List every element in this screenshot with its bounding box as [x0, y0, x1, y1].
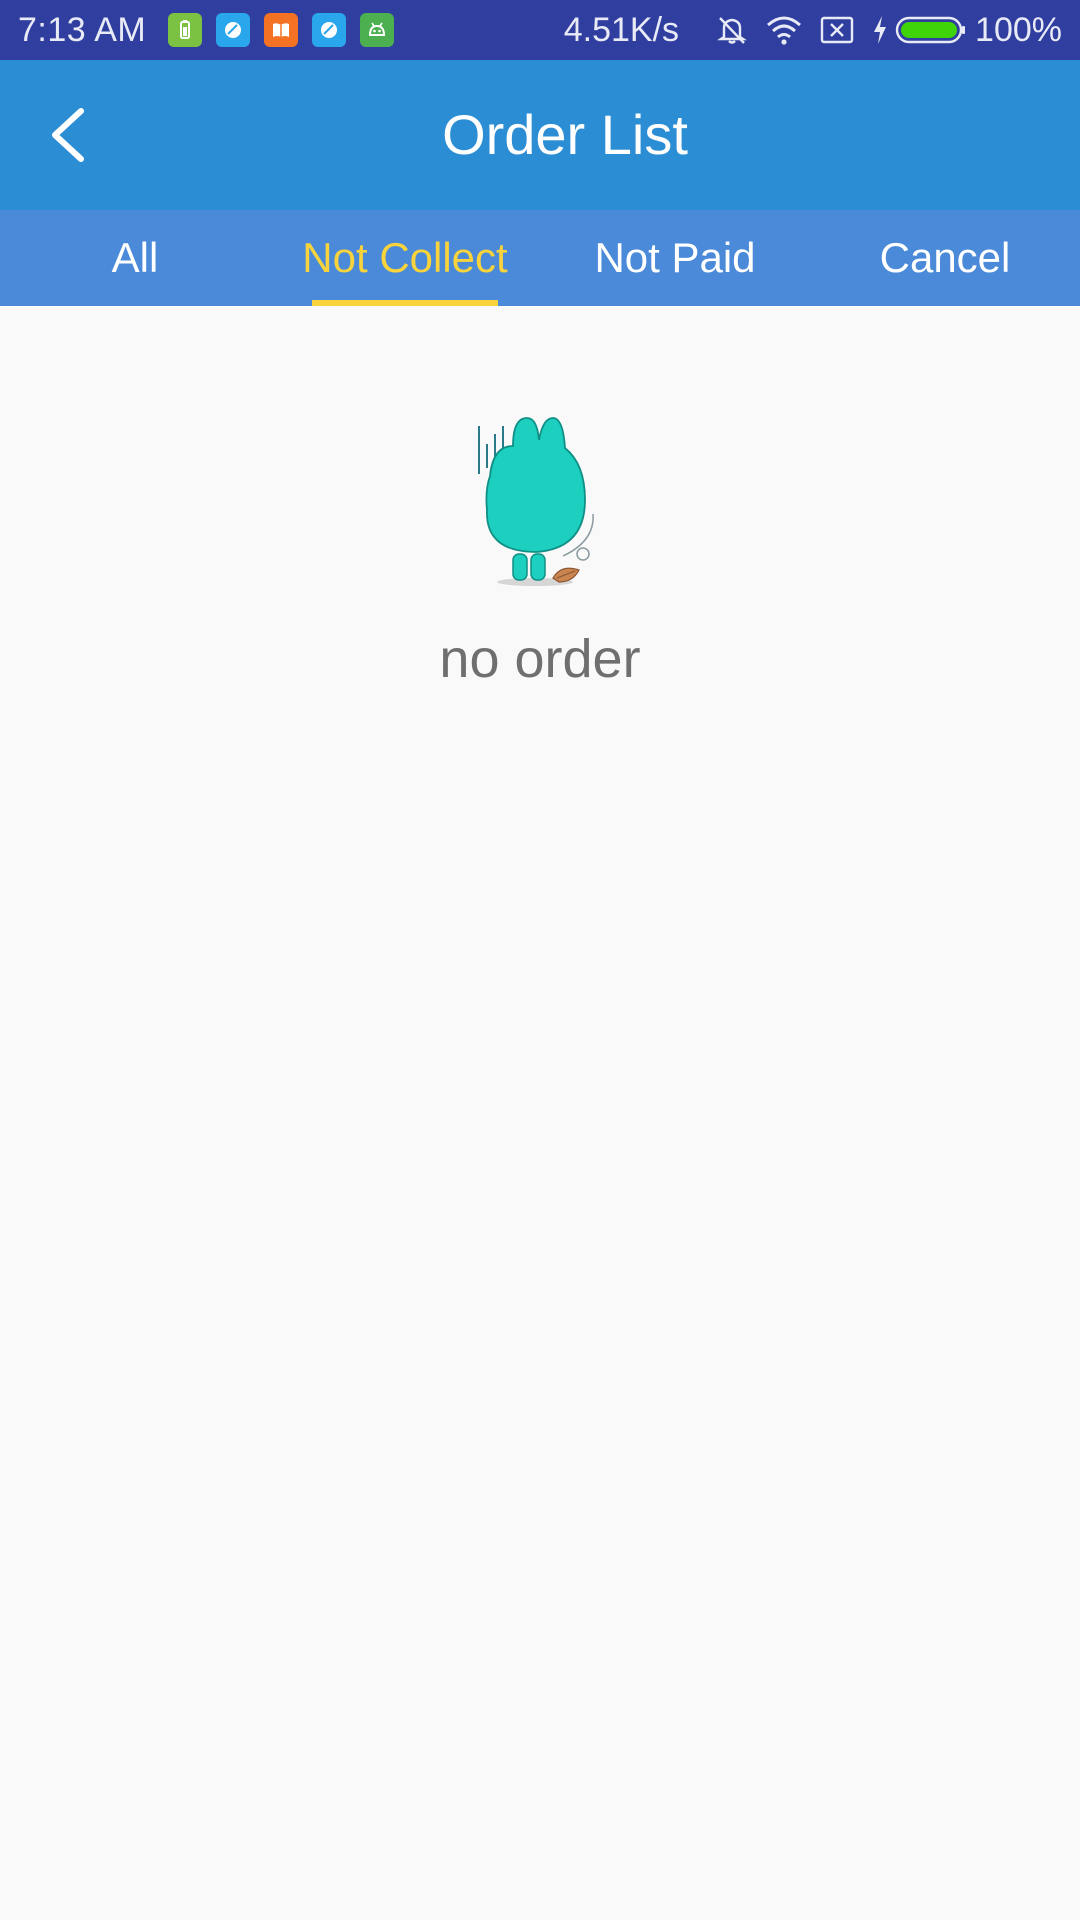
battery-percentage: 100%	[975, 10, 1062, 49]
network-speed: 4.51K/s	[563, 10, 680, 49]
tab-bar: All Not Collect Not Paid Cancel	[0, 210, 1080, 306]
active-tab-indicator	[312, 300, 498, 306]
mascot-icon	[478, 417, 594, 586]
tab-not-collect-label: Not Collect	[302, 234, 508, 281]
empty-message: no order	[439, 629, 641, 689]
tab-not-paid[interactable]: Not Paid	[540, 210, 810, 306]
tab-cancel-label: Cancel	[879, 234, 1011, 281]
browser-app-icon	[216, 13, 251, 47]
status-left: 7:13 AM	[18, 11, 408, 50]
status-bar: 7:13 AM 4.51K/s 100%	[0, 0, 1080, 60]
wifi-icon	[765, 13, 803, 47]
bell-muted-icon	[715, 13, 749, 47]
battery-app-icon	[168, 13, 203, 47]
battery-icon	[895, 15, 967, 45]
charging-icon	[871, 13, 889, 47]
page-title: Order List	[442, 103, 688, 166]
book-app-icon	[264, 13, 299, 47]
android-app-icon	[360, 13, 395, 47]
tab-cancel[interactable]: Cancel	[810, 210, 1080, 306]
tab-not-paid-label: Not Paid	[594, 234, 756, 281]
no-sim-icon	[819, 13, 855, 47]
browser-app-icon-2	[312, 13, 347, 47]
status-time: 7:13 AM	[18, 10, 147, 49]
app-header: Order List	[0, 60, 1080, 210]
tab-not-collect[interactable]: Not Collect	[270, 210, 540, 306]
tab-all[interactable]: All	[0, 210, 270, 306]
tab-all-label: All	[111, 234, 159, 281]
status-right: 4.51K/s 100%	[564, 11, 1062, 50]
